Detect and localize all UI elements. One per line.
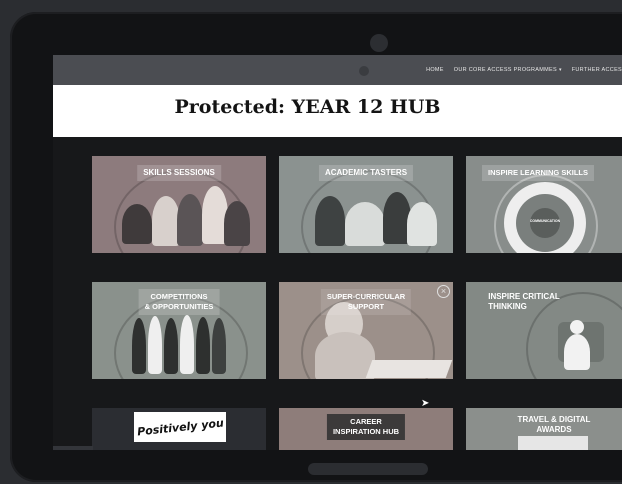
tile-career-inspiration[interactable]: CAREER INSPIRATION HUB <box>279 408 453 450</box>
student-figure <box>345 202 385 246</box>
nav-item-core-access-label: OUR CORE ACCESS PROGRAMMES <box>453 67 557 73</box>
laptop-hinge <box>308 463 428 475</box>
close-icon[interactable]: × <box>437 285 450 298</box>
nav-item-further-access[interactable]: FURTHER ACCES <box>572 67 622 73</box>
caret-down-icon: ▾ <box>558 67 562 73</box>
positively-you-label: Positively you <box>136 415 224 439</box>
student-figure <box>315 196 345 246</box>
student-figure <box>196 317 210 374</box>
page-title: Protected: YEAR 12 HUB <box>174 96 441 118</box>
student-figure <box>122 204 152 244</box>
tile-positively-you[interactable]: Positively you <box>92 408 266 450</box>
diagram-center <box>530 208 560 238</box>
site-header: HOME OUR CORE ACCESS PROGRAMMES ▾ FURTHER… <box>53 55 622 85</box>
tile-label: SUPER-CURRICULAR SUPPORT <box>320 289 412 315</box>
tile-label: ACADEMIC TASTERS <box>318 165 414 181</box>
tile-label: CAREER INSPIRATION HUB <box>326 414 406 440</box>
award-badge <box>518 436 588 450</box>
student-figure <box>224 201 250 246</box>
tile-academic-tasters[interactable]: ACADEMIC TASTERS <box>279 156 453 253</box>
tile-travel-digital-awards[interactable]: TRAVEL & DIGITAL AWARDS <box>466 408 622 450</box>
student-figure <box>132 318 146 374</box>
status-strip <box>53 446 93 450</box>
positively-you-logo: Positively you <box>134 412 226 442</box>
student-figure <box>152 196 180 246</box>
page-title-band: Protected: YEAR 12 HUB <box>53 85 622 137</box>
student-figure <box>212 318 226 374</box>
tile-label: SKILLS SESSIONS <box>137 165 221 181</box>
tile-label: COMPETITIONS & OPPORTUNITIES <box>138 289 220 315</box>
webcam-icon <box>370 34 388 52</box>
student-figure <box>164 318 178 374</box>
nav-item-core-access[interactable]: OUR CORE ACCESS PROGRAMMES ▾ <box>454 67 562 73</box>
tile-inspire-critical-thinking[interactable]: INSPIRE CRITICAL THINKING <box>466 282 622 379</box>
student-figure <box>148 316 162 374</box>
tile-label: TRAVEL & DIGITAL AWARDS <box>517 415 591 434</box>
mouse-pointer-icon: ➤ <box>421 398 430 409</box>
main-nav: HOME OUR CORE ACCESS PROGRAMMES ▾ FURTHER… <box>426 55 622 85</box>
figure-head <box>570 320 584 334</box>
tile-inspire-learning-skills[interactable]: COMMUNICATION INSPIRE LEARNING SKILLS <box>466 156 622 253</box>
nav-item-home[interactable]: HOME <box>426 67 444 73</box>
student-figure <box>407 202 437 246</box>
thinking-figure <box>564 334 590 370</box>
student-figure <box>315 332 375 379</box>
student-figure <box>177 194 203 246</box>
newspaper <box>365 360 453 378</box>
tile-skills-sessions[interactable]: SKILLS SESSIONS <box>92 156 266 253</box>
diagram-center-label: COMMUNICATION <box>529 219 561 223</box>
tile-super-curricular[interactable]: × SUPER-CURRICULAR SUPPORT <box>279 282 453 379</box>
tile-competitions[interactable]: COMPETITIONS & OPPORTUNITIES <box>92 282 266 379</box>
browser-screen: HOME OUR CORE ACCESS PROGRAMMES ▾ FURTHER… <box>53 55 622 450</box>
tile-label: INSPIRE CRITICAL THINKING <box>488 292 560 311</box>
student-figure <box>180 315 194 374</box>
logo-dot <box>359 66 369 76</box>
tile-label: INSPIRE LEARNING SKILLS <box>481 165 595 181</box>
